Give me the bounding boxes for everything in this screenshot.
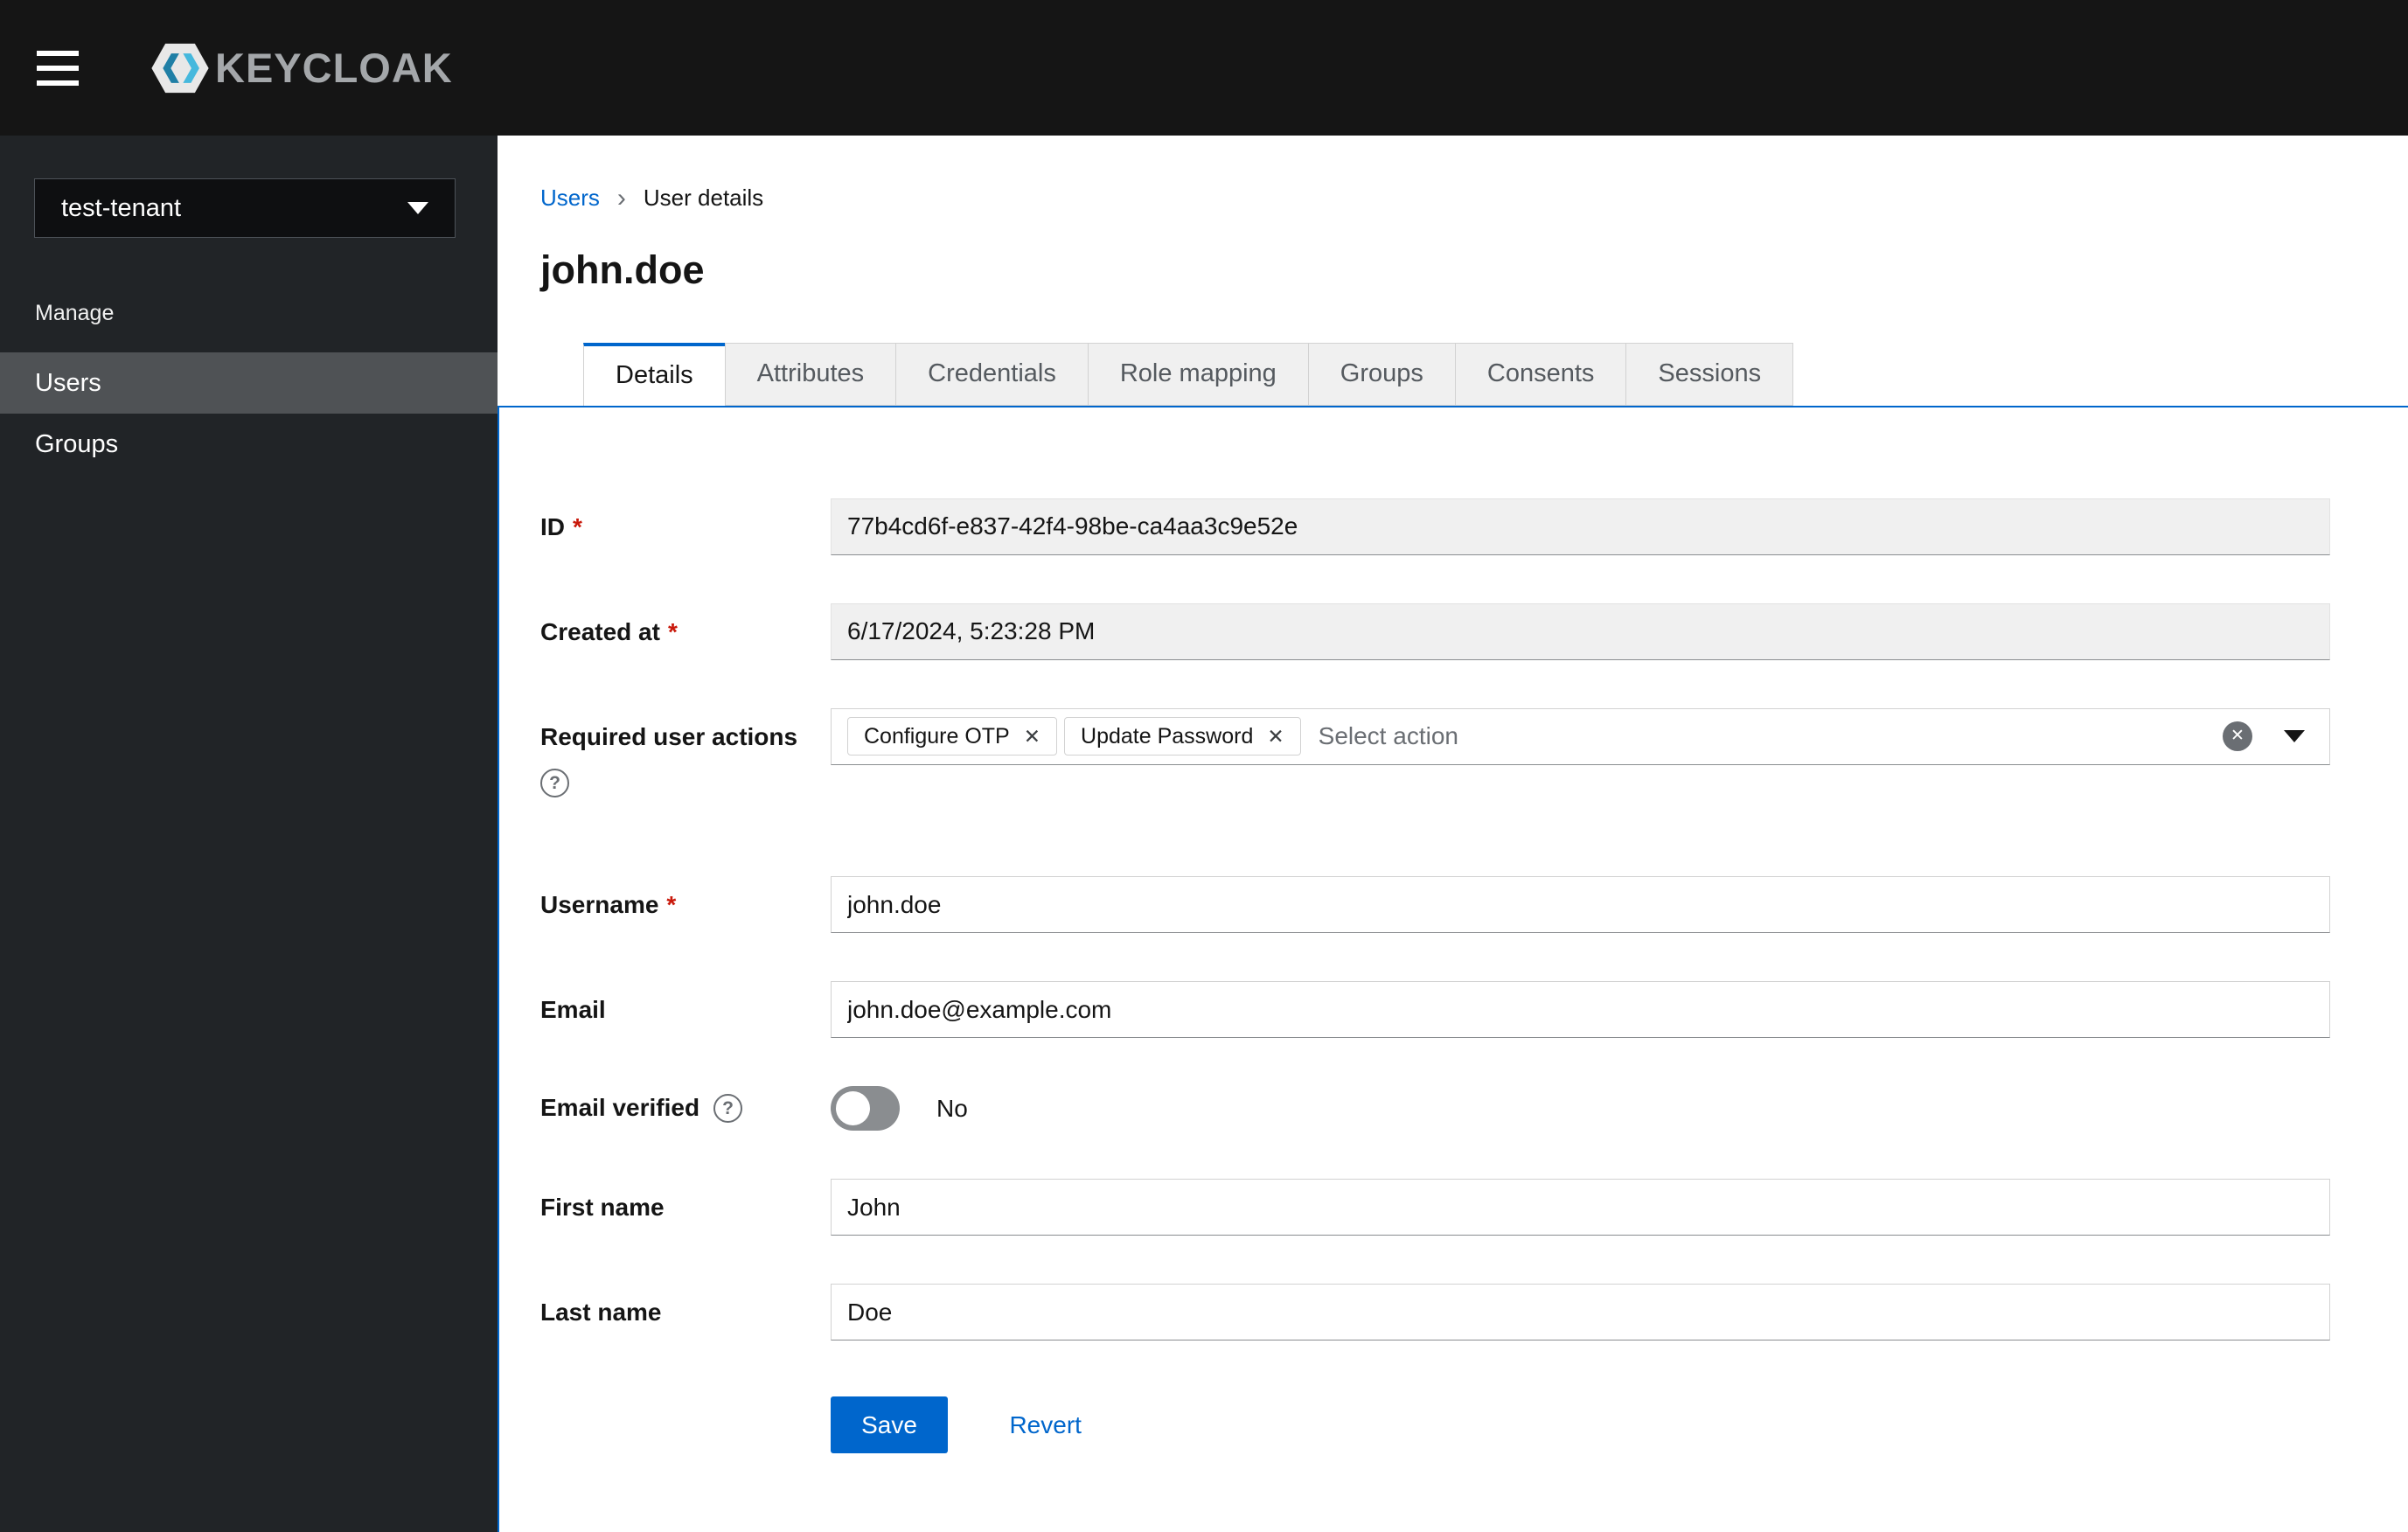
first-name-field[interactable] (831, 1179, 2330, 1236)
created-at-label: Created at * (540, 617, 678, 645)
nav-section-manage: Manage Users Groups (0, 301, 498, 475)
help-icon[interactable]: ? (540, 769, 569, 798)
chip-remove-icon[interactable]: ✕ (1024, 726, 1040, 747)
brand: KEYCLOAK (149, 37, 453, 100)
email-verified-state: No (936, 1094, 968, 1122)
breadcrumb-current: User details (643, 185, 764, 211)
chevron-down-icon[interactable] (2284, 730, 2305, 742)
chip-remove-icon[interactable]: ✕ (1267, 726, 1284, 747)
hamburger-bar (37, 50, 79, 56)
form-row-id: ID * (540, 498, 2330, 555)
hamburger-bar (37, 65, 79, 71)
form-row-username: Username * (540, 876, 2330, 934)
email-field[interactable] (831, 981, 2330, 1039)
id-field[interactable] (831, 498, 2330, 555)
form-row-first-name: First name (540, 1179, 2330, 1236)
help-icon[interactable]: ? (713, 1094, 743, 1124)
email-verified-toggle[interactable] (831, 1086, 900, 1132)
required-user-actions-label: Required user actions ? (540, 708, 831, 798)
email-verified-label: Email verified ? (540, 1094, 831, 1124)
nav-section-label: Manage (35, 301, 115, 325)
main-content: Users › User details john.doe Details At… (498, 136, 2408, 1532)
email-label: Email (540, 996, 606, 1024)
realm-selector-value: test-tenant (61, 193, 182, 222)
required-asterisk: * (573, 512, 582, 540)
username-field[interactable] (831, 876, 2330, 934)
tab-consents[interactable]: Consents (1454, 342, 1627, 406)
form-row-email: Email (540, 981, 2330, 1039)
tab-role-mapping[interactable]: Role mapping (1087, 342, 1309, 406)
required-asterisk: * (666, 891, 677, 919)
form-row-created-at: Created at * (540, 602, 2330, 660)
breadcrumb: Users › User details (540, 185, 2408, 212)
tab-attributes[interactable]: Attributes (724, 342, 897, 406)
clear-selection-icon[interactable]: ✕ (2223, 721, 2252, 751)
form-row-required-user-actions: Required user actions ? Configure OTP ✕ … (540, 707, 2330, 798)
breadcrumb-separator-icon: › (616, 183, 626, 212)
sidebar-item-label: Users (35, 368, 101, 397)
tabs: Details Attributes Credentials Role mapp… (583, 342, 2408, 406)
details-tab-panel: ID* Created at* Required user actions (498, 405, 2408, 1532)
hamburger-bar (37, 80, 79, 86)
form-row-last-name: Last name (540, 1284, 2330, 1341)
tab-sessions[interactable]: Sessions (1625, 342, 1794, 406)
required-asterisk: * (667, 617, 678, 645)
keycloak-logo-icon (149, 37, 212, 100)
sidebar-item-groups[interactable]: Groups (0, 414, 498, 475)
tab-details[interactable]: Details (583, 342, 726, 406)
form-row-email-verified: Email verified ? No (540, 1086, 2330, 1132)
tab-credentials[interactable]: Credentials (895, 342, 1089, 406)
form-actions: Save Revert (540, 1396, 2330, 1454)
masthead: KEYCLOAK (0, 0, 2408, 136)
revert-button[interactable]: Revert (1009, 1411, 1081, 1439)
breadcrumb-link-users[interactable]: Users (540, 185, 600, 212)
save-button[interactable]: Save (831, 1396, 948, 1454)
chevron-down-icon (407, 202, 428, 214)
brand-title: KEYCLOAK (215, 45, 453, 91)
chip-update-password: Update Password ✕ (1064, 717, 1301, 756)
sidebar: test-tenant Manage Users Groups (0, 136, 498, 1532)
first-name-label: First name (540, 1194, 665, 1222)
required-user-actions-multiselect[interactable]: Configure OTP ✕ Update Password ✕ Select… (831, 707, 2330, 765)
nav-toggle-hamburger-icon[interactable] (37, 35, 103, 101)
realm-selector[interactable]: test-tenant (34, 178, 456, 238)
toggle-knob (836, 1091, 870, 1126)
chip-configure-otp: Configure OTP ✕ (847, 717, 1058, 756)
username-label: Username * (540, 891, 677, 919)
created-at-field[interactable] (831, 602, 2330, 660)
sidebar-item-label: Groups (35, 429, 119, 458)
last-name-label: Last name (540, 1299, 662, 1327)
last-name-field[interactable] (831, 1284, 2330, 1341)
app-layout: test-tenant Manage Users Groups Users › … (0, 136, 2408, 1532)
page-title: john.doe (540, 247, 705, 292)
multiselect-placeholder: Select action (1318, 722, 1458, 749)
sidebar-item-users[interactable]: Users (0, 352, 498, 414)
tab-groups[interactable]: Groups (1307, 342, 1456, 406)
id-label: ID * (540, 512, 582, 540)
